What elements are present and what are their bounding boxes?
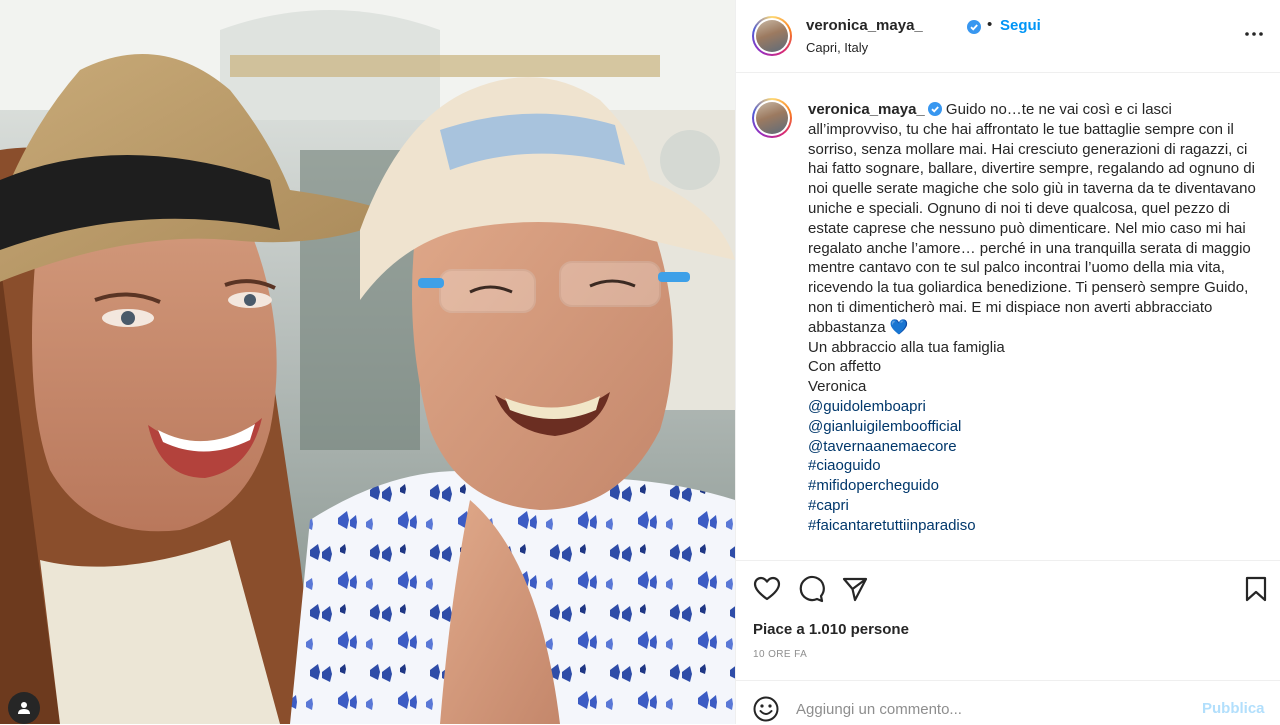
- instagram-post: veronica_maya_ • Segui Capri, Italy vero…: [0, 0, 1280, 725]
- caption-avatar[interactable]: [752, 98, 792, 138]
- caption-line: Con affetto: [808, 358, 882, 376]
- hashtag-link[interactable]: #capri: [808, 496, 1268, 516]
- caption-username[interactable]: veronica_maya_: [808, 101, 925, 118]
- post-timestamp[interactable]: 10 ORE FA: [753, 649, 807, 660]
- post-photo[interactable]: [0, 0, 735, 724]
- publish-button[interactable]: Pubblica: [1202, 700, 1265, 717]
- verified-badge-icon: [967, 20, 981, 34]
- share-icon[interactable]: [841, 575, 869, 603]
- profile-avatar[interactable]: [752, 16, 792, 56]
- verified-badge-icon: [927, 102, 942, 116]
- post-side-panel: veronica_maya_ • Segui Capri, Italy vero…: [735, 0, 1280, 725]
- location-link[interactable]: Capri, Italy: [806, 40, 868, 55]
- selfie-photo-illustration: [0, 0, 735, 724]
- caption-body: Guido no…te ne vai così e ci lasci all’i…: [808, 101, 1256, 336]
- likes-count[interactable]: Piace a 1.010 persone: [753, 621, 909, 638]
- caption-line: Un abbraccio alla tua famiglia: [808, 338, 1005, 356]
- emoji-icon[interactable]: [752, 695, 780, 723]
- more-options-icon[interactable]: [1244, 24, 1264, 44]
- mention-link[interactable]: @tavernaanemaecore: [808, 437, 1268, 457]
- hashtag-link[interactable]: #ciaoguido: [808, 456, 1268, 476]
- post-actions: Piace a 1.010 persone 10 ORE FA: [736, 560, 1280, 681]
- avatar-image: [756, 20, 788, 52]
- username-link[interactable]: veronica_maya_: [806, 17, 923, 34]
- person-icon: [18, 702, 30, 714]
- hashtag-link[interactable]: #mifidopercheguido: [808, 476, 1268, 496]
- hashtag-link[interactable]: #faicantaretuttiinparadiso: [808, 516, 1268, 536]
- avatar-image: [756, 102, 788, 134]
- bookmark-icon[interactable]: [1242, 575, 1270, 603]
- mention-link[interactable]: @guidolemboapri: [808, 397, 1268, 417]
- caption-section: veronica_maya_ Guido no…te ne vai così e…: [736, 88, 1280, 558]
- comment-icon[interactable]: [797, 575, 825, 603]
- heart-icon[interactable]: [753, 575, 781, 603]
- mention-link[interactable]: @gianluigilemboofficial: [808, 417, 1268, 437]
- caption-line: Veronica: [808, 378, 867, 396]
- tagged-users-button[interactable]: [8, 692, 40, 724]
- post-header: veronica_maya_ • Segui Capri, Italy: [736, 0, 1280, 73]
- comment-input[interactable]: [796, 693, 1196, 725]
- caption-text: veronica_maya_ Guido no…te ne vai così e…: [808, 100, 1268, 536]
- separator-dot: •: [987, 16, 993, 33]
- follow-button[interactable]: Segui: [1000, 17, 1041, 34]
- comment-bar: Pubblica: [736, 680, 1280, 725]
